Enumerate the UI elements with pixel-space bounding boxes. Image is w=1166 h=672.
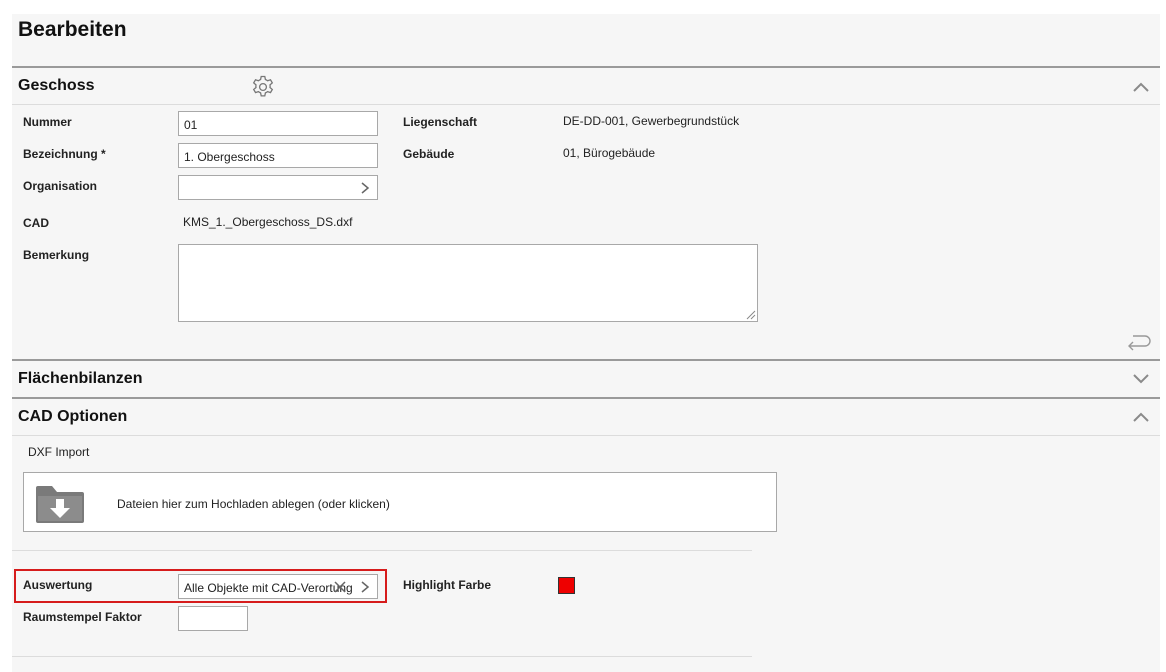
section-divider <box>12 66 1160 68</box>
gear-icon[interactable] <box>250 74 276 100</box>
section-divider <box>12 397 1160 399</box>
liegenschaft-label: Liegenschaft <box>403 115 478 129</box>
divider <box>12 656 752 657</box>
organisation-select[interactable] <box>178 175 378 200</box>
highlight-farbe-label: Highlight Farbe <box>403 578 491 592</box>
chevron-up-icon[interactable] <box>1131 80 1151 94</box>
nummer-label: Nummer <box>23 115 72 129</box>
gebaeude-value: 01, Bürogebäude <box>563 146 656 160</box>
chevron-right-icon[interactable] <box>359 181 371 195</box>
auswertung-select[interactable]: Alle Objekte mit CAD-Verortung <box>178 574 378 599</box>
dxf-import-label: DXF Import <box>28 445 90 459</box>
edit-page: Bearbeiten Geschoss Nummer 01 Bezeichnun… <box>0 0 1166 672</box>
return-icon[interactable] <box>1125 330 1153 352</box>
organisation-label: Organisation <box>23 179 98 193</box>
nummer-input[interactable]: 01 <box>178 111 378 136</box>
section-underline <box>12 104 1160 105</box>
folder-download-icon <box>36 486 84 523</box>
highlight-color-swatch[interactable] <box>558 577 575 594</box>
dropzone-text: Dateien hier zum Hochladen ablegen (oder… <box>117 497 390 511</box>
auswertung-label: Auswertung <box>23 578 93 592</box>
section-divider <box>12 359 1160 361</box>
page-title: Bearbeiten <box>18 18 127 41</box>
bezeichnung-input[interactable]: 1. Obergeschoss <box>178 143 378 168</box>
section-underline <box>12 435 1160 436</box>
section-title-flaechenbilanzen[interactable]: Flächenbilanzen <box>18 370 142 388</box>
bezeichnung-label: Bezeichnung * <box>23 147 106 161</box>
raumstempel-faktor-label: Raumstempel Faktor <box>23 610 142 624</box>
clear-icon[interactable] <box>334 580 346 594</box>
divider <box>12 550 752 551</box>
section-title-geschoss[interactable]: Geschoss <box>18 77 94 95</box>
chevron-down-icon[interactable] <box>1131 372 1151 386</box>
chevron-right-icon[interactable] <box>359 580 371 594</box>
raumstempel-faktor-input[interactable] <box>178 606 248 631</box>
chevron-up-icon[interactable] <box>1131 410 1151 424</box>
gebaeude-label: Gebäude <box>403 147 455 161</box>
liegenschaft-value: DE-DD-001, Gewerbegrundstück <box>563 114 740 128</box>
bemerkung-label: Bemerkung <box>23 248 90 262</box>
file-dropzone[interactable]: Dateien hier zum Hochladen ablegen (oder… <box>23 472 777 532</box>
cad-file-value: KMS_1._Obergeschoss_DS.dxf <box>183 215 353 229</box>
resize-handle-icon[interactable] <box>746 310 756 320</box>
section-title-cad-optionen[interactable]: CAD Optionen <box>18 408 127 426</box>
bemerkung-textarea[interactable] <box>178 244 758 322</box>
cad-label: CAD <box>23 216 49 230</box>
